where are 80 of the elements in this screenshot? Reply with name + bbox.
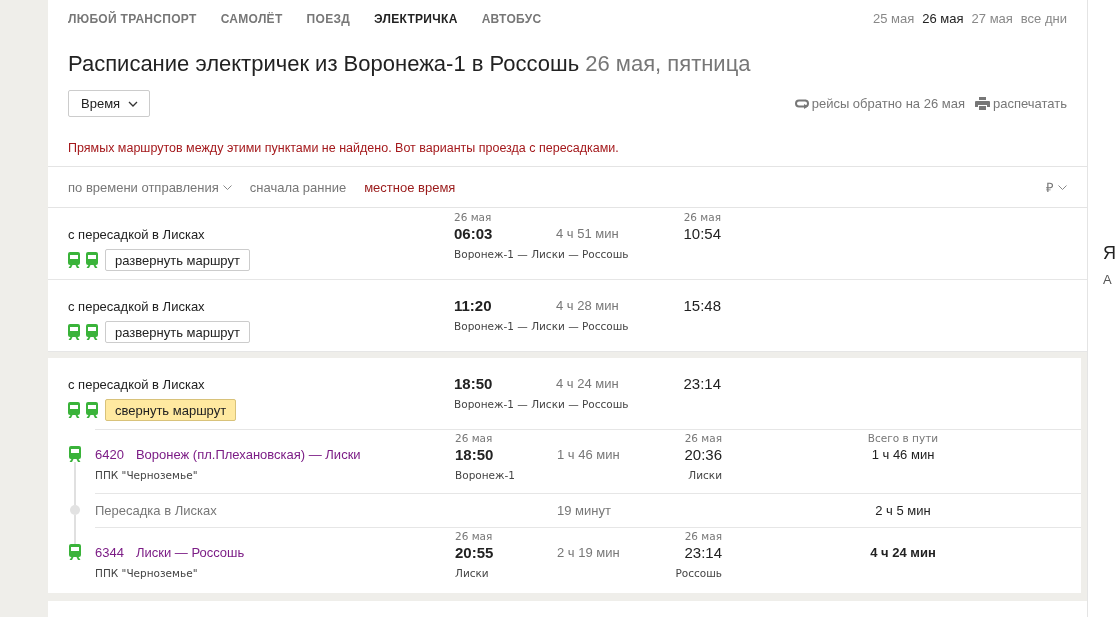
transfer-label: Пересадка в Лисках	[95, 503, 218, 518]
departure-time: 18:50	[455, 445, 495, 465]
arrival-time: 10:54	[683, 224, 721, 244]
page-title: Расписание электричек из Воронежа-1 в Россошь 26 мая, пятница	[68, 50, 752, 78]
departure-date: 26 мая	[455, 529, 494, 543]
total-duration: 2 ч 5 мин	[874, 503, 932, 518]
departure-date: 26 мая	[454, 210, 493, 224]
day-link[interactable]: 26 мая	[922, 11, 964, 26]
departure-time: 11:20	[454, 296, 493, 316]
segment-duration: 1 ч 46 мин	[557, 446, 621, 464]
train-route-link[interactable]: Воронеж (пл.Плехановская) — Лиски	[135, 446, 361, 464]
side-heading: Я	[1103, 242, 1116, 265]
transport-tab[interactable]: ЭЛЕКТРИЧКА	[374, 11, 458, 26]
sort-order-dropdown[interactable]: по времени отправления	[68, 179, 232, 195]
day-link[interactable]: 25 мая	[873, 11, 915, 26]
departure-date: 26 мая	[455, 431, 494, 445]
transport-tab[interactable]: АВТОБУС	[481, 11, 542, 26]
sort-direction-link[interactable]: сначала ранние	[249, 179, 347, 195]
print-link[interactable]: распечатать	[975, 96, 1067, 111]
transfer-note: с пересадкой в Лисках	[68, 298, 206, 316]
train-icon	[69, 544, 81, 560]
departure-time: 20:55	[455, 543, 495, 563]
train-icon	[86, 402, 98, 418]
arrival-time: 23:14	[684, 543, 722, 563]
route-stations: Воронеж-1 — Лиски — Россошь	[454, 319, 629, 334]
currency-dropdown[interactable]: ₽	[1046, 178, 1067, 196]
toggle-route-button[interactable]: развернуть маршрут	[105, 249, 250, 271]
segment-duration: 2 ч 19 мин	[557, 544, 621, 562]
arrival-date: 26 мая	[683, 210, 721, 224]
departure-time: 18:50	[454, 374, 494, 394]
sort-dropdown[interactable]: Время	[68, 90, 151, 117]
side-text: А	[1103, 272, 1113, 287]
transfer-note: с пересадкой в Лисках	[68, 376, 206, 394]
carrier-name: ППК "Черноземье"	[95, 566, 199, 581]
chevron-icon	[1058, 184, 1067, 190]
transport-tab[interactable]: ЛЮБОЙ ТРАНСПОРТ	[68, 11, 197, 26]
chevron-icon	[222, 184, 232, 190]
arrival-station: Лиски	[688, 468, 722, 483]
notice-message: Прямых маршрутов между этими пунктами не найдено. Вот варианты проезда с пересадками.	[68, 141, 620, 156]
toggle-route-button[interactable]: развернуть маршрут	[105, 321, 250, 343]
train-icon	[69, 446, 81, 462]
chevron-icon	[128, 100, 139, 107]
train-icon	[68, 324, 80, 340]
route-stations: Воронеж-1 — Лиски — Россошь	[454, 247, 629, 262]
transport-tab[interactable]: ПОЕЗД	[306, 11, 351, 26]
train-icon	[68, 252, 80, 268]
transfer-dot-icon	[70, 505, 80, 515]
total-duration: 4 ч 24 мин	[870, 544, 936, 562]
return-arrows-icon	[794, 98, 809, 109]
arrival-date: 26 мая	[684, 529, 722, 543]
route-stations: Воронеж-1 — Лиски — Россошь	[454, 397, 629, 412]
train-route-link[interactable]: Лиски — Россошь	[135, 544, 245, 562]
arrival-time: 20:36	[684, 445, 722, 465]
departure-station: Лиски	[455, 566, 489, 581]
train-number-link[interactable]: 6420	[95, 446, 124, 464]
departure-station: Воронеж-1	[455, 468, 515, 483]
train-icon	[86, 324, 98, 340]
total-duration: 1 ч 46 мин	[871, 446, 935, 464]
trip-duration: 4 ч 24 мин	[556, 375, 620, 393]
toggle-route-button[interactable]: свернуть маршрут	[105, 399, 237, 421]
departure-time: 06:03	[454, 224, 494, 244]
transfer-note: с пересадкой в Лисках	[68, 226, 206, 244]
arrival-date: 26 мая	[684, 431, 722, 445]
transport-tab[interactable]: САМОЛЁТ	[220, 11, 283, 26]
day-link[interactable]: 27 мая	[971, 11, 1013, 26]
printer-icon	[975, 97, 990, 110]
trip-duration: 4 ч 51 мин	[556, 225, 620, 243]
total-label: Всего в пути	[867, 431, 939, 445]
train-number-link[interactable]: 6344	[95, 544, 124, 562]
timezone-link[interactable]: местное время	[364, 179, 456, 195]
day-link[interactable]: все дни	[1020, 11, 1067, 26]
train-icon	[86, 252, 98, 268]
arrival-time: 23:14	[683, 374, 721, 394]
carrier-name: ППК "Черноземье"	[95, 468, 199, 483]
transfer-duration: 19 минут	[557, 503, 612, 518]
arrival-station: Россошь	[675, 566, 722, 581]
arrival-time: 15:48	[683, 296, 721, 316]
trip-duration: 4 ч 28 мин	[556, 297, 620, 315]
train-icon	[68, 402, 80, 418]
return-trips-link[interactable]: рейсы обратно на 26 мая	[794, 96, 965, 111]
